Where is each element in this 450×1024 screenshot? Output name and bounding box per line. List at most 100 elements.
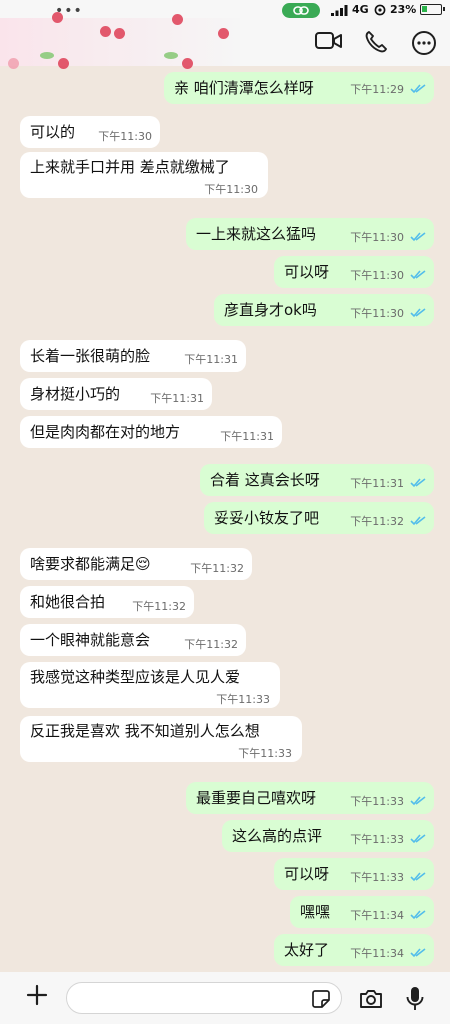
signal-strength-icon (331, 5, 348, 16)
message-bubble-outgoing[interactable]: 彦直身才ok吗 下午11:30 (214, 294, 434, 326)
message-time: 下午11:34 (350, 947, 404, 960)
message-time: 下午11:32 (184, 638, 238, 651)
message-bubble-incoming[interactable]: 可以的 下午11:30 (20, 116, 160, 148)
message-text: 这么高的点评 (232, 827, 323, 845)
message-time: 下午11:32 (132, 600, 186, 613)
battery-percentage: 23% (390, 3, 417, 16)
message-bubble-incoming[interactable]: 但是肉肉都在对的地方 下午11:31 (20, 416, 282, 448)
read-receipt-icon (410, 232, 426, 242)
message-bubble-incoming[interactable]: 和她很合拍 下午11:32 (20, 586, 194, 618)
read-receipt-icon (410, 872, 426, 882)
message-time: 下午11:30 (350, 269, 404, 282)
message-text: 嘿嘿 (300, 903, 331, 921)
cherry-decoration (182, 58, 193, 69)
message-text: 长着一张很萌的脸 (30, 347, 151, 365)
cherry-decoration (8, 58, 19, 69)
message-bubble-outgoing[interactable]: 亲 咱们清潭怎么样呀 下午11:29 (164, 72, 434, 104)
message-bubble-incoming[interactable]: 身材挺小巧的 下午11:31 (20, 378, 212, 410)
leaf-decoration (164, 52, 178, 59)
message-text: 一上来就这么猛吗 (196, 225, 317, 243)
phone-call-icon[interactable] (364, 30, 388, 54)
message-bubble-incoming[interactable]: 上来就手口并用 差点就缴械了 下午11:30 (20, 152, 268, 198)
message-time: 下午11:33 (350, 871, 404, 884)
message-text: 身材挺小巧的 (30, 385, 121, 403)
message-text: 反正我是喜欢 我不知道别人怎么想 (30, 722, 260, 740)
message-text: 可以呀 (284, 263, 330, 281)
message-text: 合着 这真会长呀 (210, 471, 320, 489)
message-bubble-incoming[interactable]: 一个眼神就能意会 下午11:32 (20, 624, 246, 656)
message-time: 下午11:34 (350, 909, 404, 922)
message-bubble-outgoing[interactable]: 可以呀 下午11:30 (274, 256, 434, 288)
read-receipt-icon (410, 834, 426, 844)
message-text: 彦直身才ok吗 (224, 301, 317, 319)
read-receipt-icon (410, 84, 426, 94)
sticker-icon[interactable] (312, 990, 330, 1008)
read-receipt-icon (410, 796, 426, 806)
message-text: 可以呀 (284, 865, 330, 883)
message-text: 上来就手口并用 差点就缴械了 (30, 158, 230, 176)
message-time: 下午11:30 (204, 183, 258, 196)
message-bubble-outgoing[interactable]: 最重要自己嘻欢呀 下午11:33 (186, 782, 434, 814)
message-text: 最重要自己嘻欢呀 (196, 789, 317, 807)
status-bar: ••• 4G 23% (0, 0, 450, 22)
message-text: 妥妥小钕友了吧 (214, 509, 320, 527)
message-text: 可以的 (30, 123, 76, 141)
message-time: 下午11:32 (190, 562, 244, 575)
message-bubble-incoming[interactable]: 啥要求都能满足😌 下午11:32 (20, 548, 252, 580)
read-receipt-icon (410, 270, 426, 280)
message-input[interactable] (66, 982, 342, 1014)
message-text: 但是肉肉都在对的地方 (30, 423, 181, 441)
message-bubble-outgoing[interactable]: 一上来就这么猛吗 下午11:30 (186, 218, 434, 250)
network-type: 4G (352, 3, 369, 16)
contact-banner-art[interactable] (0, 12, 240, 69)
video-call-icon[interactable] (314, 30, 344, 52)
message-time: 下午11:29 (350, 83, 404, 96)
message-composer (0, 972, 450, 1024)
message-time: 下午11:30 (98, 130, 152, 143)
message-bubble-outgoing[interactable]: 合着 这真会长呀 下午11:31 (200, 464, 434, 496)
message-time: 下午11:31 (184, 353, 238, 366)
read-receipt-icon (410, 516, 426, 526)
message-bubble-outgoing[interactable]: 这么高的点评 下午11:33 (222, 820, 434, 852)
message-time: 下午11:31 (350, 477, 404, 490)
hotspot-link-icon (282, 3, 320, 18)
message-bubble-incoming[interactable]: 我感觉这种类型应该是人见人爱 下午11:33 (20, 662, 280, 708)
plus-icon[interactable] (26, 984, 48, 1006)
read-receipt-icon (410, 910, 426, 920)
message-time: 下午11:33 (350, 833, 404, 846)
message-time: 下午11:31 (220, 430, 274, 443)
more-options-icon[interactable] (411, 30, 437, 56)
message-bubble-incoming[interactable]: 长着一张很萌的脸 下午11:31 (20, 340, 246, 372)
message-text: 亲 咱们清潭怎么样呀 (174, 79, 314, 97)
leaf-decoration (40, 52, 54, 59)
message-time: 下午11:33 (216, 693, 270, 706)
read-receipt-icon (410, 948, 426, 958)
message-text: 和她很合拍 (30, 593, 106, 611)
cherry-decoration (58, 58, 69, 69)
message-time: 下午11:30 (350, 231, 404, 244)
cherry-decoration (114, 28, 125, 39)
message-bubble-outgoing[interactable]: 可以呀 下午11:33 (274, 858, 434, 890)
battery-icon (420, 4, 445, 15)
read-receipt-icon (410, 308, 426, 318)
message-time: 下午11:33 (350, 795, 404, 808)
microphone-icon[interactable] (406, 986, 424, 1012)
chat-header: ••• 4G 23% (0, 0, 450, 69)
read-receipt-icon (410, 478, 426, 488)
message-text: 太好了 (284, 941, 330, 959)
camera-icon[interactable] (358, 988, 384, 1010)
message-bubble-outgoing[interactable]: 妥妥小钕友了吧 下午11:32 (204, 502, 434, 534)
message-time: 下午11:33 (238, 747, 292, 760)
message-bubble-outgoing[interactable]: 太好了 下午11:34 (274, 934, 434, 966)
message-text: 啥要求都能满足😌 (30, 555, 151, 573)
message-text: 我感觉这种类型应该是人见人爱 (30, 668, 241, 686)
message-bubble-incoming[interactable]: 反正我是喜欢 我不知道别人怎么想 下午11:33 (20, 716, 302, 762)
message-time: 下午11:30 (350, 307, 404, 320)
cherry-decoration (100, 26, 111, 37)
message-text: 一个眼神就能意会 (30, 631, 151, 649)
cherry-decoration (218, 28, 229, 39)
message-time: 下午11:31 (150, 392, 204, 405)
status-dots-icon: ••• (55, 3, 83, 19)
alarm-icon (374, 4, 386, 16)
message-bubble-outgoing[interactable]: 嘿嘿 下午11:34 (290, 896, 434, 928)
